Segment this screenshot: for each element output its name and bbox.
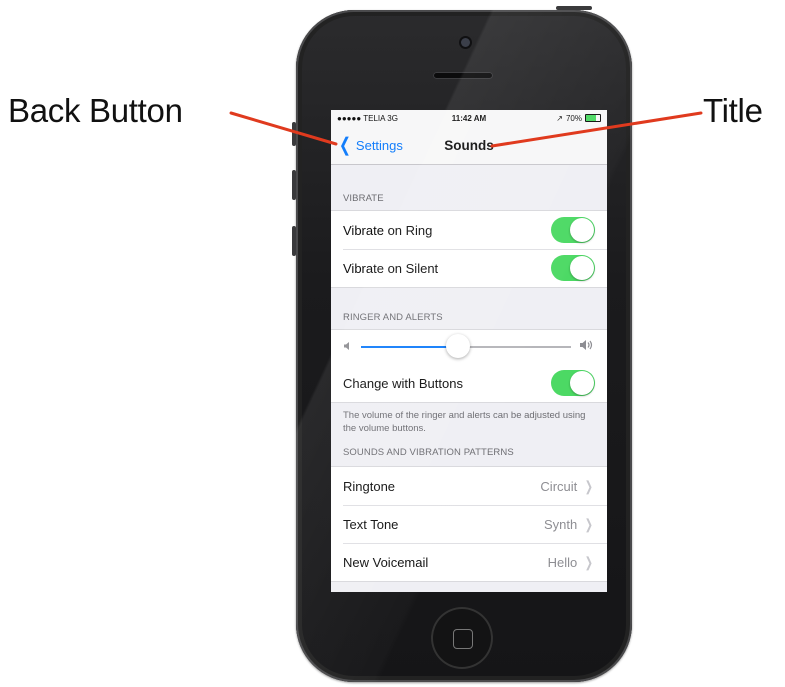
new-voicemail-label: New Voicemail — [343, 554, 429, 570]
navigation-bar: ❮ Settings Sounds — [331, 126, 607, 165]
text-tone-label: Text Tone — [343, 516, 399, 532]
battery-icon — [585, 114, 601, 122]
toggle-knob — [570, 218, 594, 242]
new-voicemail-row[interactable]: New Voicemail Hello ❯ — [331, 543, 607, 581]
change-with-buttons-label: Change with Buttons — [343, 375, 463, 391]
section-header-sounds: SOUNDS AND VIBRATION PATTERNS — [343, 447, 514, 458]
ringer-volume-slider[interactable] — [361, 334, 571, 358]
slider-thumb[interactable] — [445, 334, 470, 358]
text-tone-value: Synth — [544, 516, 578, 532]
ringtone-label: Ringtone — [343, 478, 396, 494]
speaker-low-icon — [343, 338, 353, 356]
phone-screen: ●●●●● TELIA 3G 11:42 AM ↗ 70% ❮ Settings… — [331, 110, 607, 592]
front-camera — [461, 38, 470, 47]
home-button[interactable] — [431, 607, 493, 669]
vibrate-on-silent-row: Vibrate on Silent — [331, 249, 607, 287]
chevron-right-icon: ❯ — [585, 477, 594, 494]
vibrate-group: Vibrate on Ring Vibrate on Silent — [331, 210, 607, 288]
earpiece-speaker — [433, 72, 493, 79]
slider-fill — [361, 346, 458, 348]
toggle-knob — [570, 256, 594, 280]
chevron-right-icon: ❯ — [585, 515, 594, 532]
vibrate-on-ring-toggle[interactable] — [551, 217, 595, 243]
chevron-left-icon: ❮ — [338, 134, 351, 156]
volume-up-button — [292, 170, 296, 200]
status-time: 11:42 AM — [451, 113, 487, 123]
mute-switch — [292, 122, 296, 146]
chevron-right-icon: ❯ — [585, 553, 594, 570]
back-button[interactable]: ❮ Settings — [331, 136, 403, 155]
vibrate-on-ring-label: Vibrate on Ring — [343, 222, 433, 238]
battery-fill — [586, 115, 596, 121]
back-button-callout: Back Button — [8, 92, 183, 129]
ringer-footer-note: The volume of the ringer and alerts can … — [343, 410, 586, 434]
home-square-icon — [453, 629, 473, 649]
change-with-buttons-row: Change with Buttons — [331, 364, 607, 402]
ringer-volume-row — [331, 330, 607, 364]
speaker-high-icon — [579, 338, 595, 356]
change-with-buttons-toggle[interactable] — [551, 370, 595, 396]
text-tone-row[interactable]: Text Tone Synth ❯ — [331, 505, 607, 543]
back-button-label: Settings — [355, 137, 403, 153]
vibrate-on-silent-label: Vibrate on Silent — [343, 260, 439, 276]
sounds-group: Ringtone Circuit ❯ Text Tone Synth ❯ New… — [331, 466, 607, 582]
volume-down-button — [292, 226, 296, 256]
title-callout: Title — [703, 92, 763, 129]
ringtone-row[interactable]: Ringtone Circuit ❯ — [331, 467, 607, 505]
section-header-ringer: RINGER AND ALERTS — [343, 312, 443, 323]
vibrate-on-ring-row: Vibrate on Ring — [331, 211, 607, 249]
ringtone-value: Circuit — [540, 478, 578, 494]
new-voicemail-value: Hello — [547, 554, 578, 570]
status-bar: ●●●●● TELIA 3G 11:42 AM ↗ 70% — [331, 110, 607, 126]
toggle-knob — [570, 371, 594, 395]
vibrate-on-silent-toggle[interactable] — [551, 255, 595, 281]
sleep-button — [556, 6, 592, 10]
section-header-vibrate: VIBRATE — [343, 193, 384, 204]
ringer-group: Change with Buttons — [331, 329, 607, 403]
